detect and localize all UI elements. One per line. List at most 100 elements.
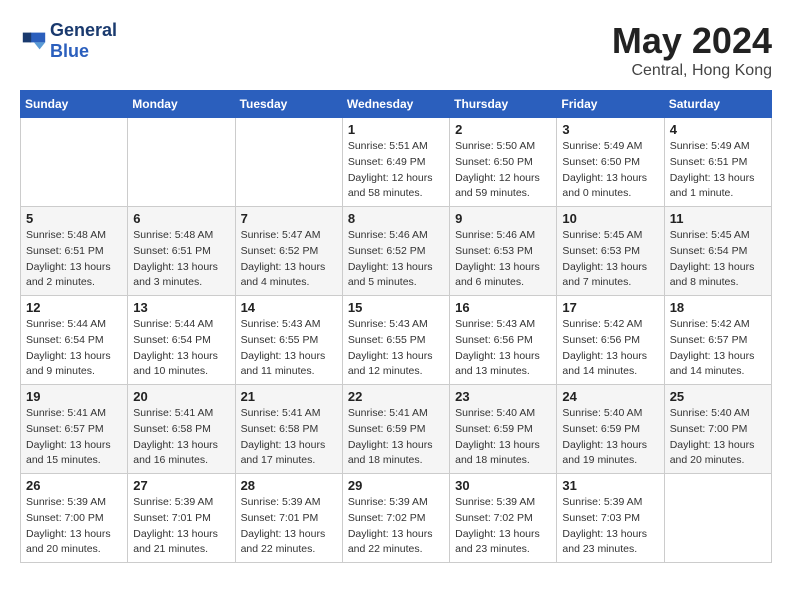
logo: General Blue <box>20 20 117 62</box>
day-info: Sunrise: 5:42 AM Sunset: 6:57 PM Dayligh… <box>670 317 766 380</box>
day-number: 24 <box>562 389 658 404</box>
calendar-cell <box>235 118 342 207</box>
calendar-cell: 14 Sunrise: 5:43 AM Sunset: 6:55 PM Dayli… <box>235 296 342 385</box>
day-info: Sunrise: 5:40 AM Sunset: 6:59 PM Dayligh… <box>562 406 658 469</box>
calendar-cell: 9 Sunrise: 5:46 AM Sunset: 6:53 PM Daylig… <box>450 207 557 296</box>
calendar-cell <box>21 118 128 207</box>
calendar-cell: 29 Sunrise: 5:39 AM Sunset: 7:02 PM Dayli… <box>342 474 449 563</box>
day-info: Sunrise: 5:46 AM Sunset: 6:52 PM Dayligh… <box>348 228 444 291</box>
day-info: Sunrise: 5:39 AM Sunset: 7:01 PM Dayligh… <box>133 495 229 558</box>
calendar-cell: 10 Sunrise: 5:45 AM Sunset: 6:53 PM Dayli… <box>557 207 664 296</box>
month-title: May 2024 <box>612 20 772 62</box>
day-number: 1 <box>348 122 444 137</box>
day-number: 9 <box>455 211 551 226</box>
calendar-cell <box>664 474 771 563</box>
title-area: May 2024 Central, Hong Kong <box>612 20 772 80</box>
logo-text-line2: Blue <box>50 41 117 62</box>
day-number: 7 <box>241 211 337 226</box>
day-info: Sunrise: 5:45 AM Sunset: 6:53 PM Dayligh… <box>562 228 658 291</box>
weekday-header-wednesday: Wednesday <box>342 91 449 118</box>
day-info: Sunrise: 5:48 AM Sunset: 6:51 PM Dayligh… <box>26 228 122 291</box>
day-info: Sunrise: 5:43 AM Sunset: 6:56 PM Dayligh… <box>455 317 551 380</box>
day-number: 6 <box>133 211 229 226</box>
calendar-week-row: 26 Sunrise: 5:39 AM Sunset: 7:00 PM Dayli… <box>21 474 772 563</box>
weekday-header-saturday: Saturday <box>664 91 771 118</box>
calendar-cell: 21Sunrise: 5:41 AM Sunset: 6:58 PM Dayli… <box>235 385 342 474</box>
day-number: 23 <box>455 389 551 404</box>
day-info: Sunrise: 5:39 AM Sunset: 7:01 PM Dayligh… <box>241 495 337 558</box>
location-title: Central, Hong Kong <box>612 62 772 80</box>
calendar-cell: 1 Sunrise: 5:51 AM Sunset: 6:49 PM Daylig… <box>342 118 449 207</box>
day-info: Sunrise: 5:40 AM Sunset: 7:00 PM Dayligh… <box>670 406 766 469</box>
day-info: Sunrise: 5:39 AM Sunset: 7:00 PM Dayligh… <box>26 495 122 558</box>
day-info: Sunrise: 5:41 AM Sunset: 6:58 PM Dayligh… <box>133 406 229 469</box>
calendar-cell: 4Sunrise: 5:49 AM Sunset: 6:51 PM Daylig… <box>664 118 771 207</box>
day-info: Sunrise: 5:50 AM Sunset: 6:50 PM Dayligh… <box>455 139 551 202</box>
calendar-week-row: 19 Sunrise: 5:41 AM Sunset: 6:57 PM Dayli… <box>21 385 772 474</box>
calendar-week-row: 5Sunrise: 5:48 AM Sunset: 6:51 PM Daylig… <box>21 207 772 296</box>
day-info: Sunrise: 5:43 AM Sunset: 6:55 PM Dayligh… <box>241 317 337 380</box>
logo-icon <box>20 27 48 55</box>
calendar-cell <box>128 118 235 207</box>
calendar-cell: 18 Sunrise: 5:42 AM Sunset: 6:57 PM Dayli… <box>664 296 771 385</box>
day-info: Sunrise: 5:43 AM Sunset: 6:55 PM Dayligh… <box>348 317 444 380</box>
day-info: Sunrise: 5:41 AM Sunset: 6:57 PM Dayligh… <box>26 406 122 469</box>
calendar-cell: 31Sunrise: 5:39 AM Sunset: 7:03 PM Dayli… <box>557 474 664 563</box>
calendar-cell: 25 Sunrise: 5:40 AM Sunset: 7:00 PM Dayli… <box>664 385 771 474</box>
calendar-cell: 3 Sunrise: 5:49 AM Sunset: 6:50 PM Daylig… <box>557 118 664 207</box>
day-info: Sunrise: 5:40 AM Sunset: 6:59 PM Dayligh… <box>455 406 551 469</box>
logo-text-line1: General <box>50 20 117 41</box>
day-info: Sunrise: 5:42 AM Sunset: 6:56 PM Dayligh… <box>562 317 658 380</box>
day-number: 11 <box>670 211 766 226</box>
calendar-week-row: 1 Sunrise: 5:51 AM Sunset: 6:49 PM Daylig… <box>21 118 772 207</box>
day-info: Sunrise: 5:51 AM Sunset: 6:49 PM Dayligh… <box>348 139 444 202</box>
calendar-cell: 8 Sunrise: 5:46 AM Sunset: 6:52 PM Daylig… <box>342 207 449 296</box>
day-number: 13 <box>133 300 229 315</box>
day-number: 14 <box>241 300 337 315</box>
day-number: 10 <box>562 211 658 226</box>
weekday-header-thursday: Thursday <box>450 91 557 118</box>
day-number: 2 <box>455 122 551 137</box>
day-info: Sunrise: 5:49 AM Sunset: 6:50 PM Dayligh… <box>562 139 658 202</box>
day-number: 29 <box>348 478 444 493</box>
weekday-header-tuesday: Tuesday <box>235 91 342 118</box>
day-number: 3 <box>562 122 658 137</box>
calendar-cell: 28Sunrise: 5:39 AM Sunset: 7:01 PM Dayli… <box>235 474 342 563</box>
day-number: 26 <box>26 478 122 493</box>
calendar-cell: 11Sunrise: 5:45 AM Sunset: 6:54 PM Dayli… <box>664 207 771 296</box>
calendar-cell: 22 Sunrise: 5:41 AM Sunset: 6:59 PM Dayli… <box>342 385 449 474</box>
day-info: Sunrise: 5:48 AM Sunset: 6:51 PM Dayligh… <box>133 228 229 291</box>
calendar-cell: 6 Sunrise: 5:48 AM Sunset: 6:51 PM Daylig… <box>128 207 235 296</box>
day-info: Sunrise: 5:41 AM Sunset: 6:59 PM Dayligh… <box>348 406 444 469</box>
calendar-week-row: 12Sunrise: 5:44 AM Sunset: 6:54 PM Dayli… <box>21 296 772 385</box>
calendar-cell: 20 Sunrise: 5:41 AM Sunset: 6:58 PM Dayli… <box>128 385 235 474</box>
day-info: Sunrise: 5:39 AM Sunset: 7:02 PM Dayligh… <box>348 495 444 558</box>
calendar-cell: 26 Sunrise: 5:39 AM Sunset: 7:00 PM Dayli… <box>21 474 128 563</box>
calendar-cell: 13Sunrise: 5:44 AM Sunset: 6:54 PM Dayli… <box>128 296 235 385</box>
calendar-body: 1 Sunrise: 5:51 AM Sunset: 6:49 PM Daylig… <box>21 118 772 563</box>
calendar-cell: 24 Sunrise: 5:40 AM Sunset: 6:59 PM Dayli… <box>557 385 664 474</box>
day-number: 18 <box>670 300 766 315</box>
weekday-header-monday: Monday <box>128 91 235 118</box>
day-number: 20 <box>133 389 229 404</box>
calendar-cell: 27 Sunrise: 5:39 AM Sunset: 7:01 PM Dayli… <box>128 474 235 563</box>
day-number: 17 <box>562 300 658 315</box>
calendar-cell: 5Sunrise: 5:48 AM Sunset: 6:51 PM Daylig… <box>21 207 128 296</box>
day-number: 19 <box>26 389 122 404</box>
day-number: 22 <box>348 389 444 404</box>
day-number: 16 <box>455 300 551 315</box>
day-number: 25 <box>670 389 766 404</box>
day-info: Sunrise: 5:39 AM Sunset: 7:02 PM Dayligh… <box>455 495 551 558</box>
calendar-cell: 17 Sunrise: 5:42 AM Sunset: 6:56 PM Dayli… <box>557 296 664 385</box>
calendar-cell: 19 Sunrise: 5:41 AM Sunset: 6:57 PM Dayli… <box>21 385 128 474</box>
day-number: 27 <box>133 478 229 493</box>
day-number: 31 <box>562 478 658 493</box>
day-number: 21 <box>241 389 337 404</box>
calendar-cell: 30Sunrise: 5:39 AM Sunset: 7:02 PM Dayli… <box>450 474 557 563</box>
page-header: General Blue May 2024 Central, Hong Kong <box>20 20 772 80</box>
calendar-cell: 23 Sunrise: 5:40 AM Sunset: 6:59 PM Dayli… <box>450 385 557 474</box>
day-number: 8 <box>348 211 444 226</box>
calendar-cell: 16 Sunrise: 5:43 AM Sunset: 6:56 PM Dayli… <box>450 296 557 385</box>
day-info: Sunrise: 5:46 AM Sunset: 6:53 PM Dayligh… <box>455 228 551 291</box>
weekday-header-row: SundayMondayTuesdayWednesdayThursdayFrid… <box>21 91 772 118</box>
